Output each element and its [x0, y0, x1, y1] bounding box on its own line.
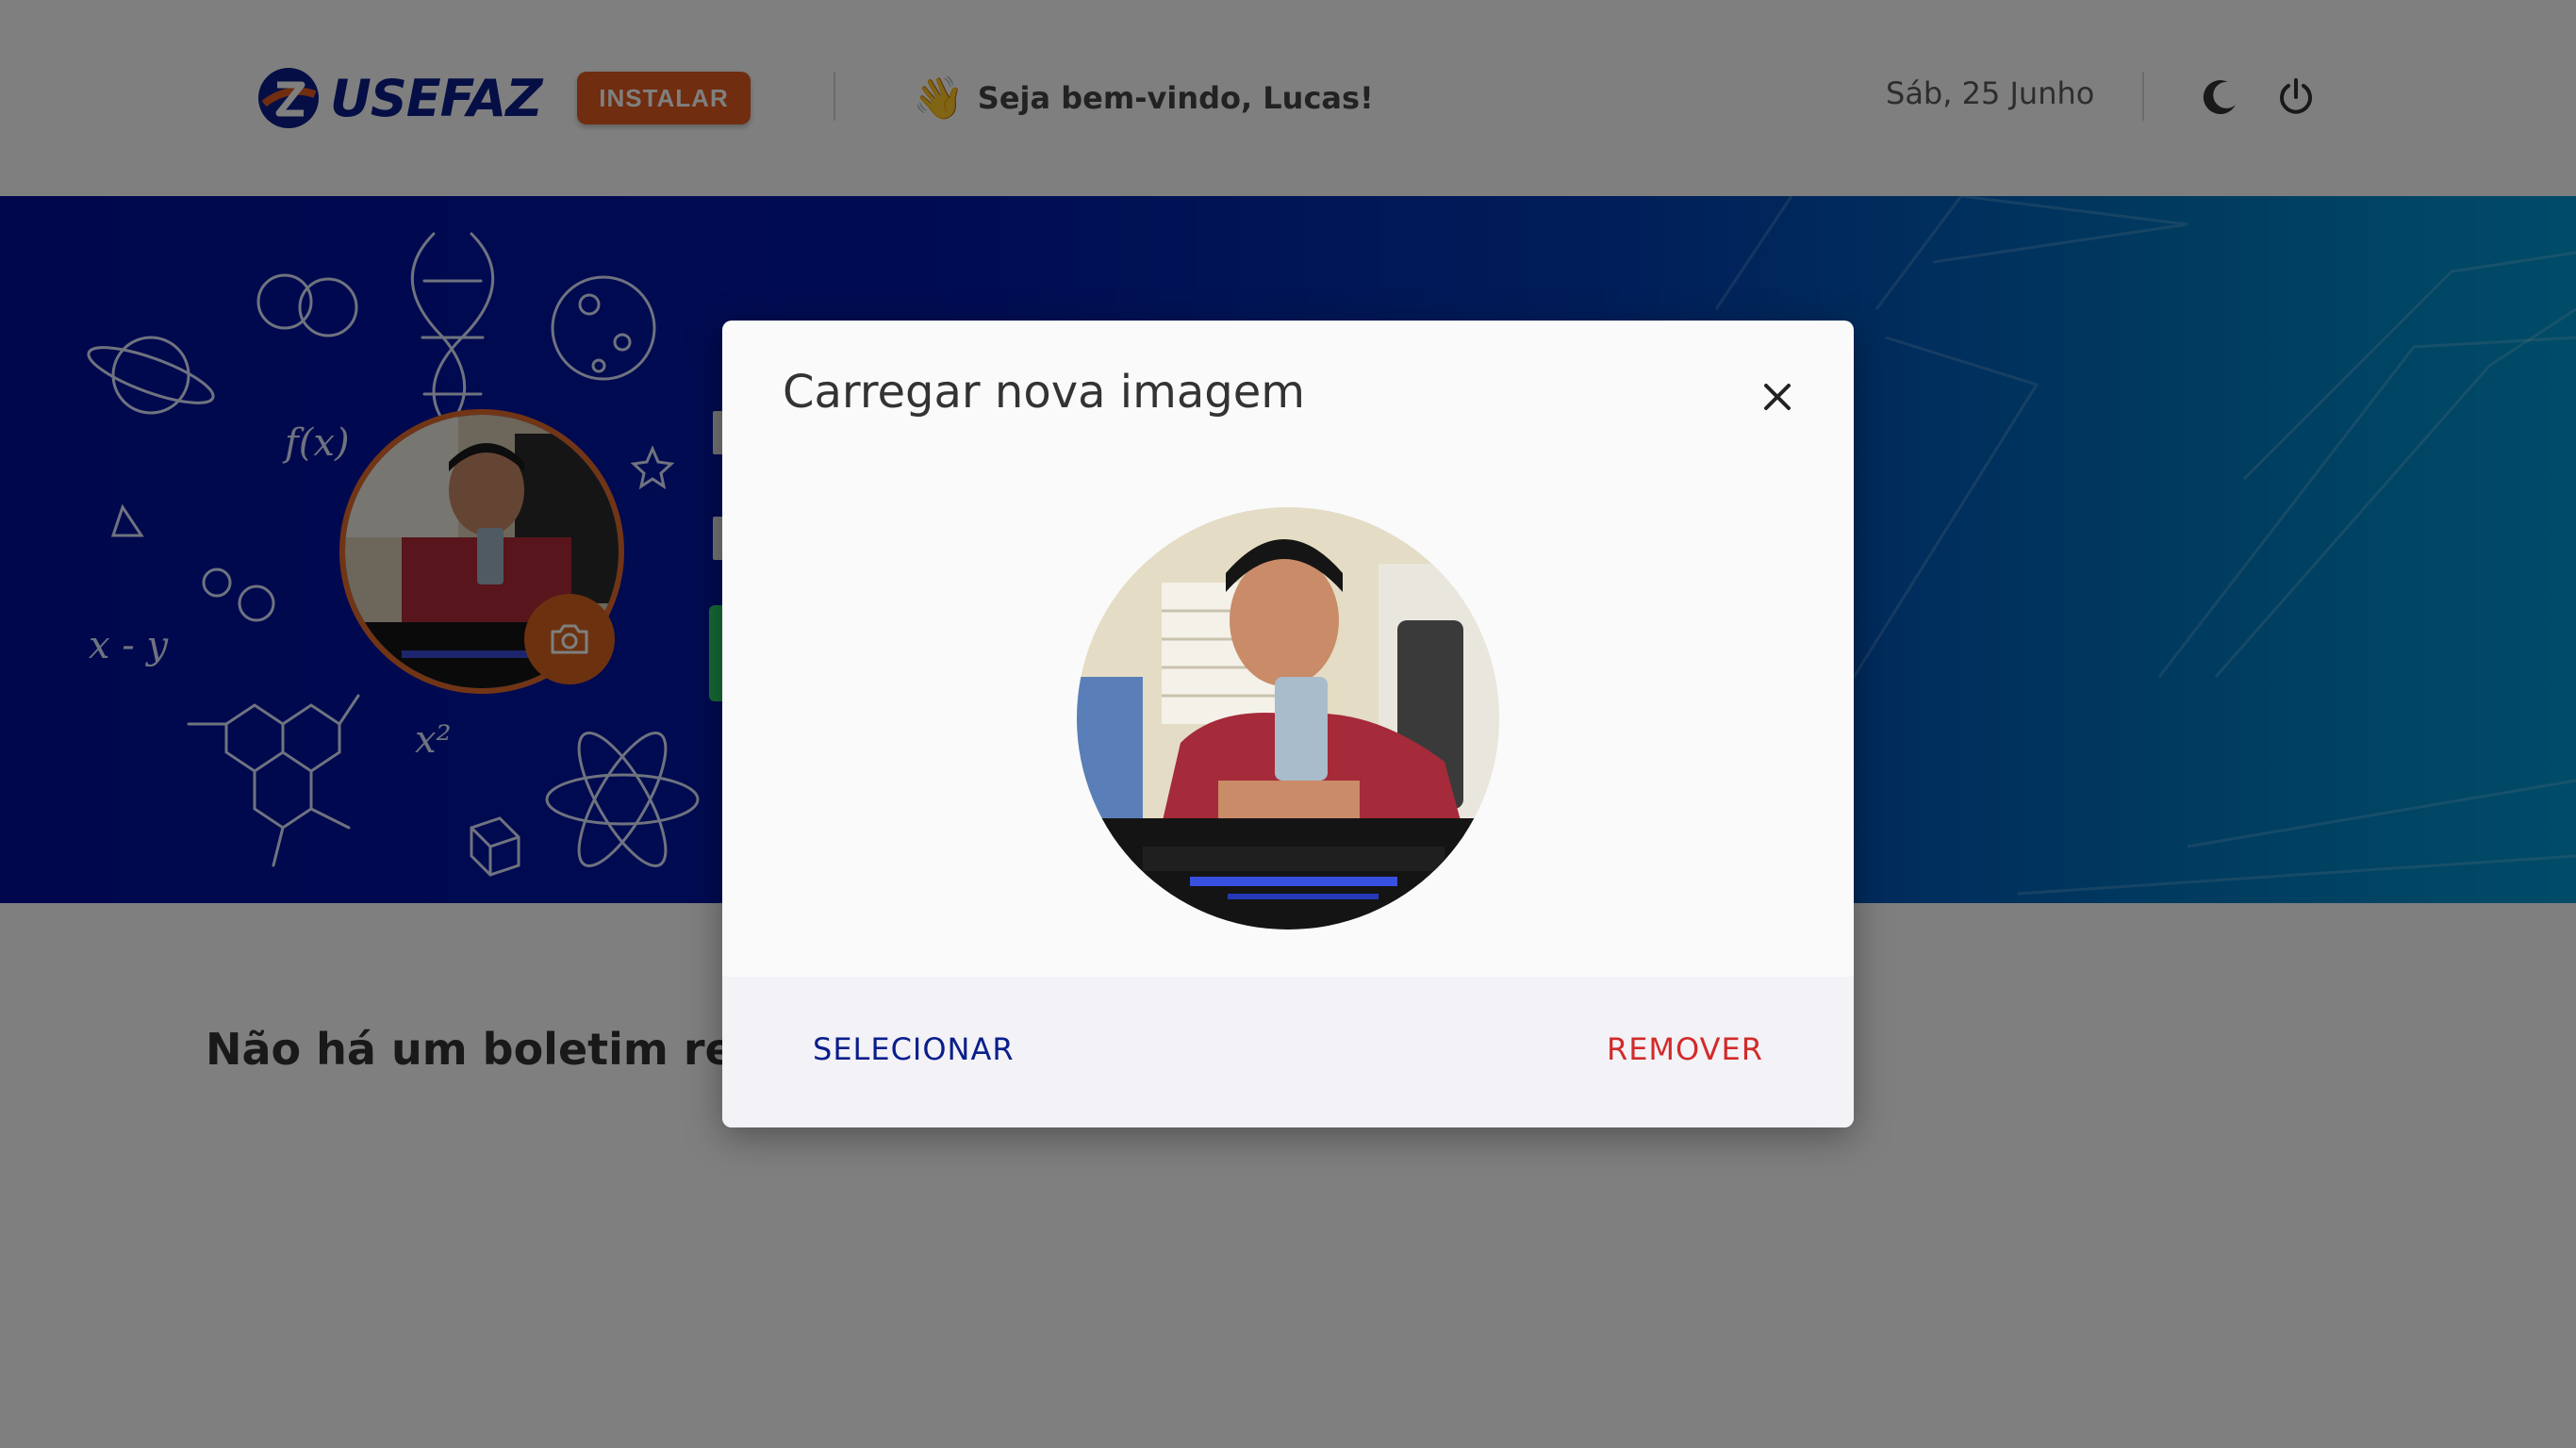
- close-button[interactable]: [1746, 366, 1808, 428]
- image-preview: [1077, 507, 1499, 930]
- select-image-button[interactable]: SELECIONAR: [813, 1031, 1015, 1067]
- remove-image-button[interactable]: REMOVER: [1607, 1031, 1763, 1067]
- upload-image-dialog: Carregar nova imagem SELECIONAR REMOVER: [722, 321, 1854, 1127]
- preview-photo: [1077, 507, 1499, 930]
- dialog-title: Carregar nova imagem: [783, 366, 1306, 419]
- close-icon: [1764, 384, 1791, 410]
- dialog-actions: SELECIONAR REMOVER: [722, 977, 1854, 1127]
